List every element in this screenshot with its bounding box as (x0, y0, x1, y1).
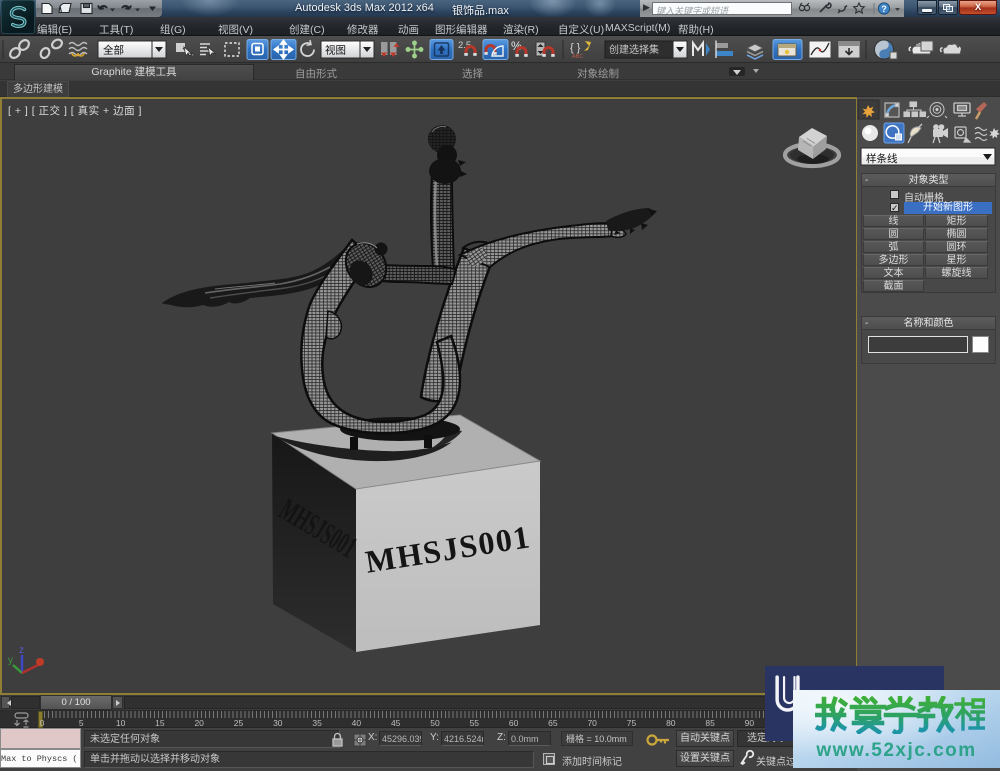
svg-text:y: y (8, 655, 13, 666)
svg-text:ABC: ABC (572, 54, 583, 60)
svg-text:z: z (19, 645, 24, 656)
svg-text:视图: 视图 (325, 44, 346, 57)
svg-text:{ }: { } (570, 42, 581, 54)
svg-text:?: ? (881, 4, 887, 14)
svg-text:全部: 全部 (103, 44, 124, 57)
svg-text:创建选择集: 创建选择集 (609, 43, 659, 56)
